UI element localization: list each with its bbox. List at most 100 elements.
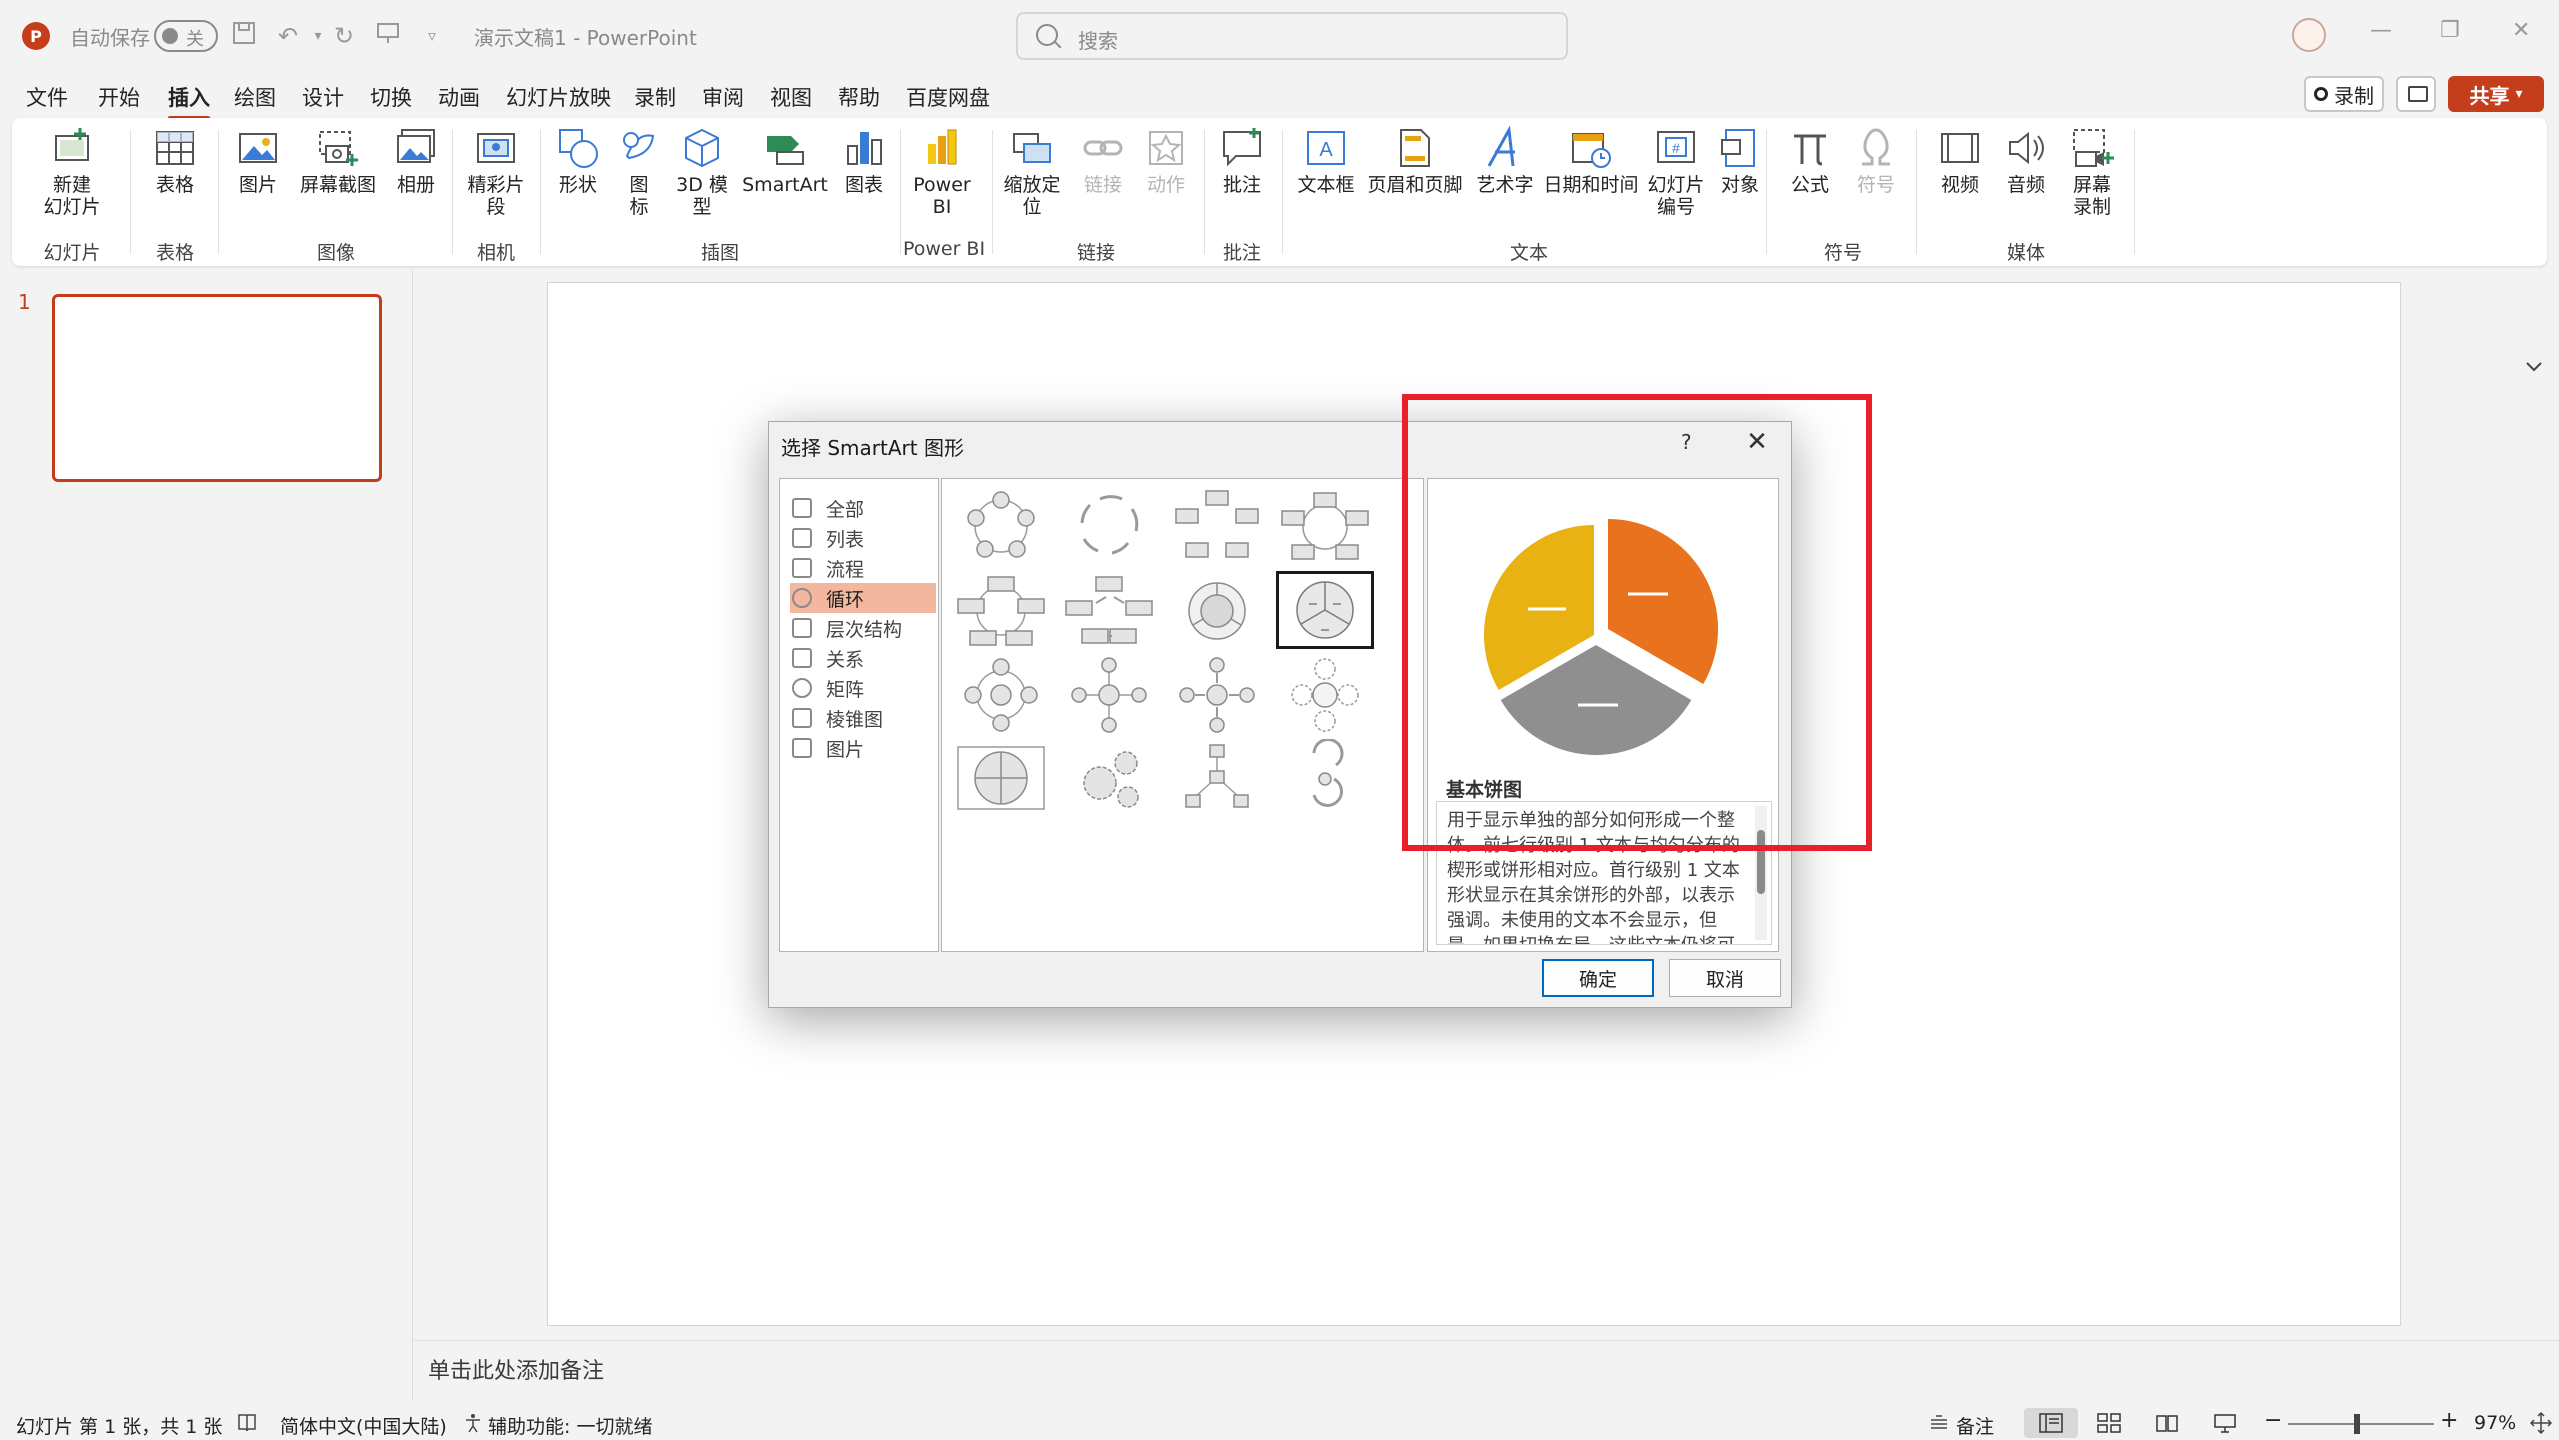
tab-insert[interactable]: 插入 [168,82,210,120]
picture-button[interactable]: 图片 [226,126,290,196]
category-hierarchy[interactable]: 层次结构 [790,613,936,643]
autosave-toggle[interactable]: 关 [154,20,218,52]
close-window-icon[interactable]: ✕ [2512,18,2530,43]
customize-qat-icon[interactable]: ▿ [416,20,448,52]
table-button[interactable]: 表格 [136,126,214,196]
audio-button[interactable]: 音频 [1994,126,2058,196]
date-time-button[interactable]: 日期和时间 [1542,126,1640,196]
tab-slideshow[interactable]: 幻灯片放映 [506,82,611,112]
cameo-button[interactable]: 精彩片 段 [458,126,534,218]
action-button[interactable]: 动作 [1136,126,1196,196]
chart-button[interactable]: 图表 [834,126,894,196]
tab-transitions[interactable]: 切换 [370,82,412,112]
layout-continuous-cycle[interactable] [952,571,1050,649]
layout-text-cycle[interactable] [1060,487,1158,565]
tab-draw[interactable]: 绘图 [234,82,276,112]
notes-pane[interactable] [414,1340,2559,1406]
scrollbar-thumb[interactable] [1757,830,1765,894]
spelling-icon[interactable] [236,1412,258,1439]
icons-button[interactable]: 图 标 [612,126,666,218]
save-icon[interactable] [228,20,260,52]
layout-basic-pie[interactable] [1276,571,1374,649]
layout-radial-venn[interactable] [1276,655,1374,733]
reading-view-button[interactable] [2140,1408,2194,1438]
zoom-slider[interactable] [2288,1423,2434,1425]
normal-view-button[interactable] [2024,1408,2078,1438]
layout-cycle-matrix[interactable] [1168,571,1266,649]
tab-review[interactable]: 审阅 [702,82,744,112]
powerbi-button[interactable]: Power BI [906,126,978,218]
layout-basic-cycle[interactable] [952,487,1050,565]
layout-circle-arrow[interactable] [1276,738,1374,817]
layout-gear[interactable] [1060,739,1158,817]
zoom-slider-thumb[interactable] [2354,1414,2360,1434]
category-cycle[interactable]: 循环 [790,583,936,613]
photo-album-button[interactable]: 相册 [386,126,446,196]
screen-recording-button[interactable]: 屏幕 录制 [2060,126,2124,218]
notes-placeholder[interactable]: 单击此处添加备注 [428,1353,604,1385]
wordart-button[interactable]: 艺术字 [1470,126,1540,196]
category-relationship[interactable]: 关系 [790,643,936,673]
ok-button[interactable]: 确定 [1542,959,1654,997]
tab-view[interactable]: 视图 [770,82,812,112]
textbox-button[interactable]: A 文本框 [1290,126,1362,196]
3d-models-button[interactable]: 3D 模 型 [668,126,736,218]
description-box[interactable]: 用于显示单独的部分如何形成一个整体。前七行级别 1 文本与均匀分布的楔形或饼形相… [1436,801,1772,945]
smartart-button[interactable]: SmartArt [738,126,832,196]
undo-icon[interactable]: ↶ [272,20,304,52]
restore-icon[interactable]: ❐ [2440,18,2460,43]
screenshot-button[interactable]: 屏幕截图 [292,126,384,196]
equation-button[interactable]: 公式 [1778,126,1842,196]
new-slide-button[interactable]: 新建 幻灯片 [26,126,118,218]
slide-number-button[interactable]: # 幻灯片 编号 [1642,126,1710,218]
category-list-item[interactable]: 列表 [790,523,936,553]
category-process[interactable]: 流程 [790,553,936,583]
close-icon[interactable]: ✕ [1741,428,1773,456]
notes-toggle[interactable]: 备注 [1956,1412,1994,1439]
tab-help[interactable]: 帮助 [838,82,880,112]
slide-thumbnail[interactable] [52,294,382,482]
tab-home[interactable]: 开始 [98,82,140,112]
avatar[interactable] [2292,18,2326,52]
category-picture[interactable]: 图片 [790,733,936,763]
header-footer-button[interactable]: 页眉和页脚 [1364,126,1466,196]
category-matrix[interactable]: 矩阵 [790,673,936,703]
shapes-button[interactable]: 形状 [546,126,610,196]
notes-icon[interactable] [1928,1412,1950,1439]
layout-radial-cycle[interactable] [952,655,1050,733]
language-status[interactable]: 简体中文(中国大陆) [280,1412,447,1439]
help-button[interactable]: ? [1681,430,1692,454]
tab-baidu-netdisk[interactable]: 百度网盘 [906,82,990,112]
redo-icon[interactable]: ↻ [328,20,360,52]
layout-cycle-gears[interactable] [952,739,1050,817]
zoom-out-icon[interactable]: − [2264,1408,2282,1433]
minimize-icon[interactable]: — [2370,18,2392,43]
comments-button[interactable] [2396,76,2436,112]
category-all[interactable]: 全部 [790,493,936,523]
link-button[interactable]: 链接 [1070,126,1136,196]
description-scrollbar[interactable] [1755,806,1767,940]
slide-sorter-button[interactable] [2082,1408,2136,1438]
tab-design[interactable]: 设计 [302,82,344,112]
accessibility-status[interactable]: 辅助功能: 一切就绪 [488,1412,652,1439]
layout-arrow-ribbon[interactable] [1168,739,1266,817]
present-from-start-icon[interactable] [372,20,404,52]
tab-file[interactable]: 文件 [26,82,68,112]
share-button[interactable]: 共享 ▾ [2448,76,2544,112]
video-button[interactable]: 视频 [1928,126,1992,196]
zoom-in-icon[interactable]: + [2440,1408,2458,1433]
comment-button[interactable]: 批注 [1210,126,1274,196]
slideshow-button[interactable] [2198,1408,2252,1438]
symbol-button[interactable]: 符号 [1844,126,1908,196]
layout-block-cycle[interactable] [1168,487,1266,565]
zoom-level[interactable]: 97% [2474,1412,2516,1434]
zoom-button[interactable]: 缩放定 位 [996,126,1068,218]
collapse-ribbon-icon[interactable] [2524,356,2544,376]
layout-segmented-cycle[interactable] [1276,487,1374,565]
layout-nondirectional-cycle[interactable] [1060,571,1158,649]
record-button[interactable]: 录制 [2304,76,2384,112]
cancel-button[interactable]: 取消 [1669,959,1781,997]
layout-diverging-radial[interactable] [1168,655,1266,733]
object-button[interactable]: 对象 [1712,126,1768,196]
tab-animations[interactable]: 动画 [438,82,480,112]
